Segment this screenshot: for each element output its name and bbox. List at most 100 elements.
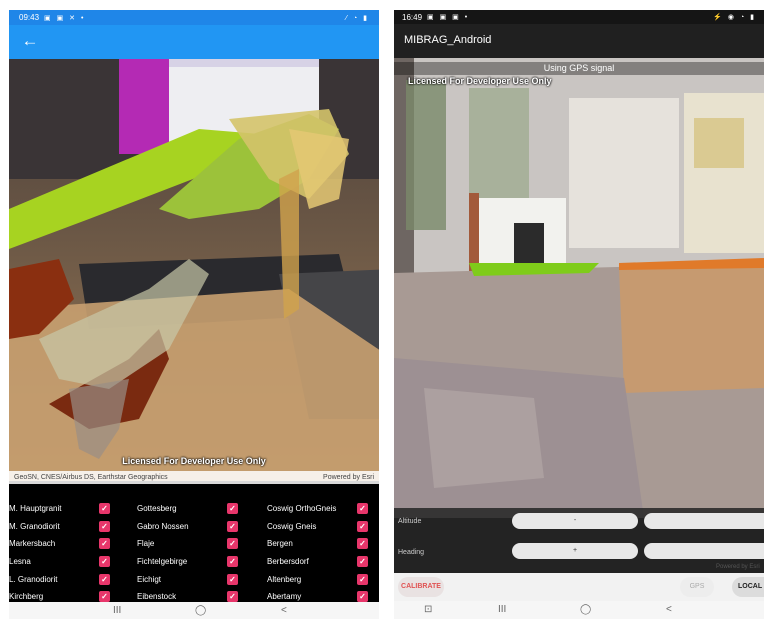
heading-slider[interactable]: + bbox=[512, 543, 638, 559]
layer-name: Eichigt bbox=[137, 574, 162, 584]
status-time: 09:43 bbox=[19, 13, 40, 22]
layer-name: Bergen bbox=[267, 539, 293, 549]
status-time: 16:49 bbox=[402, 12, 423, 22]
layer-checkbox[interactable]: ✓ bbox=[227, 591, 238, 603]
calibration-panel: Altitude - Heading + bbox=[394, 508, 764, 573]
layer-name: Lesna bbox=[9, 557, 31, 567]
layer-checkbox[interactable]: ✓ bbox=[357, 556, 368, 568]
slider-plus: + bbox=[572, 547, 578, 554]
altitude-slider-right[interactable] bbox=[644, 513, 764, 529]
layer-checkbox[interactable]: ✓ bbox=[227, 538, 238, 550]
altitude-slider[interactable]: - bbox=[512, 513, 638, 529]
attribution-text: GeoSN, CNES/Airbus DS, Earthstar Geograp… bbox=[14, 474, 168, 481]
layer-row[interactable]: Gottesberg ✓ bbox=[137, 500, 257, 518]
recents-icon[interactable]: III bbox=[113, 603, 121, 618]
layer-name: Gottesberg bbox=[137, 504, 177, 514]
notification-icons: ▣ ▣ ✕ • bbox=[44, 14, 86, 22]
layer-checkbox[interactable]: ✓ bbox=[357, 520, 368, 532]
layer-row[interactable]: M. Granodiorit ✓ bbox=[9, 518, 129, 536]
layer-checkbox[interactable]: ✓ bbox=[99, 538, 110, 550]
ar-scene-illustration bbox=[394, 58, 764, 518]
system-nav-bar: ⊡ III ◯ < bbox=[394, 601, 764, 619]
layer-row[interactable]: Altenberg ✓ bbox=[267, 570, 379, 588]
layer-name: Flaje bbox=[137, 539, 155, 549]
altitude-label: Altitude bbox=[398, 518, 422, 525]
layer-checkbox[interactable]: ✓ bbox=[227, 556, 238, 568]
layer-checkbox[interactable]: ✓ bbox=[227, 503, 238, 515]
layer-toggle-list: M. Hauptgranit ✓ M. Granodiorit ✓ Markersbac… bbox=[9, 500, 379, 603]
heading-slider-right[interactable] bbox=[644, 543, 764, 559]
layer-row[interactable]: Eichigt ✓ bbox=[137, 570, 257, 588]
layer-name: Coswig OrthoGneis bbox=[267, 504, 337, 514]
slider-minus: - bbox=[573, 517, 577, 524]
layer-name: L. Granodiorit bbox=[9, 574, 58, 584]
layer-checkbox[interactable]: ✓ bbox=[227, 520, 238, 532]
layer-row[interactable]: Bergen ✓ bbox=[267, 535, 379, 553]
layer-column: M. Hauptgranit ✓ M. Granodiorit ✓ Markersbac… bbox=[9, 500, 129, 606]
layer-name: Fichtelgebirge bbox=[137, 557, 188, 567]
back-icon[interactable]: < bbox=[281, 603, 287, 618]
license-watermark: Licensed For Developer Use Only bbox=[408, 76, 552, 86]
layer-name: Abertamy bbox=[267, 592, 302, 602]
app-bar: MIBRAG_Android bbox=[394, 24, 764, 58]
app-title: MIBRAG_Android bbox=[404, 34, 492, 46]
layer-checkbox[interactable]: ✓ bbox=[357, 573, 368, 585]
layer-name: M. Granodiorit bbox=[9, 521, 60, 531]
local-button[interactable]: LOCAL bbox=[732, 577, 764, 597]
layer-row[interactable]: Fichtelgebirge ✓ bbox=[137, 553, 257, 571]
layer-name: Markersbach bbox=[9, 539, 56, 549]
license-watermark: Licensed For Developer Use Only bbox=[122, 456, 266, 466]
layer-checkbox[interactable]: ✓ bbox=[227, 573, 238, 585]
layer-checkbox[interactable]: ✓ bbox=[357, 538, 368, 550]
layer-row[interactable]: Gabro Nossen ✓ bbox=[137, 518, 257, 536]
calibrate-button[interactable]: CALIBRATE bbox=[398, 577, 444, 597]
layer-row[interactable]: Coswig OrthoGneis ✓ bbox=[267, 500, 379, 518]
app-bar: ← bbox=[9, 25, 379, 59]
layer-row[interactable]: Markersbach ✓ bbox=[9, 535, 129, 553]
layer-name: Eibenstock bbox=[137, 592, 177, 602]
layer-name: M. Hauptgranit bbox=[9, 504, 62, 514]
layer-checkbox[interactable]: ✓ bbox=[357, 503, 368, 515]
ar-scene-illustration bbox=[9, 59, 379, 481]
layer-row[interactable]: Berbersdorf ✓ bbox=[267, 553, 379, 571]
powered-by-esri: Powered by Esri bbox=[323, 474, 374, 481]
system-status-icons: ⚡ ◉ ◔ ▮ bbox=[713, 14, 756, 21]
tablet-screen-right: 16:49 ▣ ▣ ▣ • ⚡ ◉ ◔ ▮ MIBRAG_Android Usi… bbox=[394, 10, 764, 619]
layer-row[interactable]: Lesna ✓ bbox=[9, 553, 129, 571]
status-bar: 16:49 ▣ ▣ ▣ • ⚡ ◉ ◔ ▮ bbox=[394, 10, 764, 24]
layer-checkbox[interactable]: ✓ bbox=[99, 573, 110, 585]
layer-checkbox[interactable]: ✓ bbox=[99, 503, 110, 515]
layer-name: Berbersdorf bbox=[267, 557, 309, 567]
layer-row[interactable]: M. Hauptgranit ✓ bbox=[9, 500, 129, 518]
gps-status-banner: Using GPS signal bbox=[394, 62, 764, 75]
arrow-back-icon[interactable]: ← bbox=[19, 30, 41, 52]
layer-column: Gottesberg ✓ Gabro Nossen ✓ Flaje ✓ Fichtelgeb… bbox=[137, 500, 257, 606]
system-status-icons: ⁄ ◔ ▮ bbox=[345, 14, 369, 22]
gps-button[interactable]: GPS bbox=[680, 577, 714, 597]
notification-icons: ▣ ▣ ▣ • bbox=[427, 14, 470, 21]
home-icon[interactable]: ◯ bbox=[580, 602, 591, 617]
layer-checkbox[interactable]: ✓ bbox=[357, 591, 368, 603]
map-attribution-bar: GeoSN, CNES/Airbus DS, Earthstar Geograp… bbox=[9, 471, 379, 484]
screenshot-icon[interactable]: ⊡ bbox=[424, 602, 432, 617]
layer-name: Gabro Nossen bbox=[137, 521, 189, 531]
phone-screen-left: 09:43 ▣ ▣ ✕ • ⁄ ◔ ▮ ← Licensed For Devel… bbox=[9, 10, 379, 619]
layer-checkbox[interactable]: ✓ bbox=[99, 556, 110, 568]
layer-row[interactable]: Flaje ✓ bbox=[137, 535, 257, 553]
layer-checkbox[interactable]: ✓ bbox=[99, 520, 110, 532]
layer-name: Coswig Gneis bbox=[267, 521, 317, 531]
layer-column: Coswig OrthoGneis ✓ Coswig Gneis ✓ Bergen ✓ Be… bbox=[267, 500, 379, 606]
ar-camera-view[interactable] bbox=[394, 58, 764, 518]
controls-bar: CALIBRATE GPS LOCAL bbox=[394, 573, 764, 601]
layer-row[interactable]: Coswig Gneis ✓ bbox=[267, 518, 379, 536]
layer-name: Altenberg bbox=[267, 574, 302, 584]
layer-checkbox[interactable]: ✓ bbox=[99, 591, 110, 603]
heading-label: Heading bbox=[398, 549, 425, 556]
home-icon[interactable]: ◯ bbox=[195, 603, 206, 618]
layer-name: Kirchberg bbox=[9, 592, 44, 602]
system-nav-bar: III ◯ < bbox=[9, 602, 379, 619]
layer-row[interactable]: L. Granodiorit ✓ bbox=[9, 570, 129, 588]
back-icon[interactable]: < bbox=[666, 602, 672, 617]
recents-icon[interactable]: III bbox=[498, 602, 506, 617]
ar-camera-view[interactable] bbox=[9, 59, 379, 481]
